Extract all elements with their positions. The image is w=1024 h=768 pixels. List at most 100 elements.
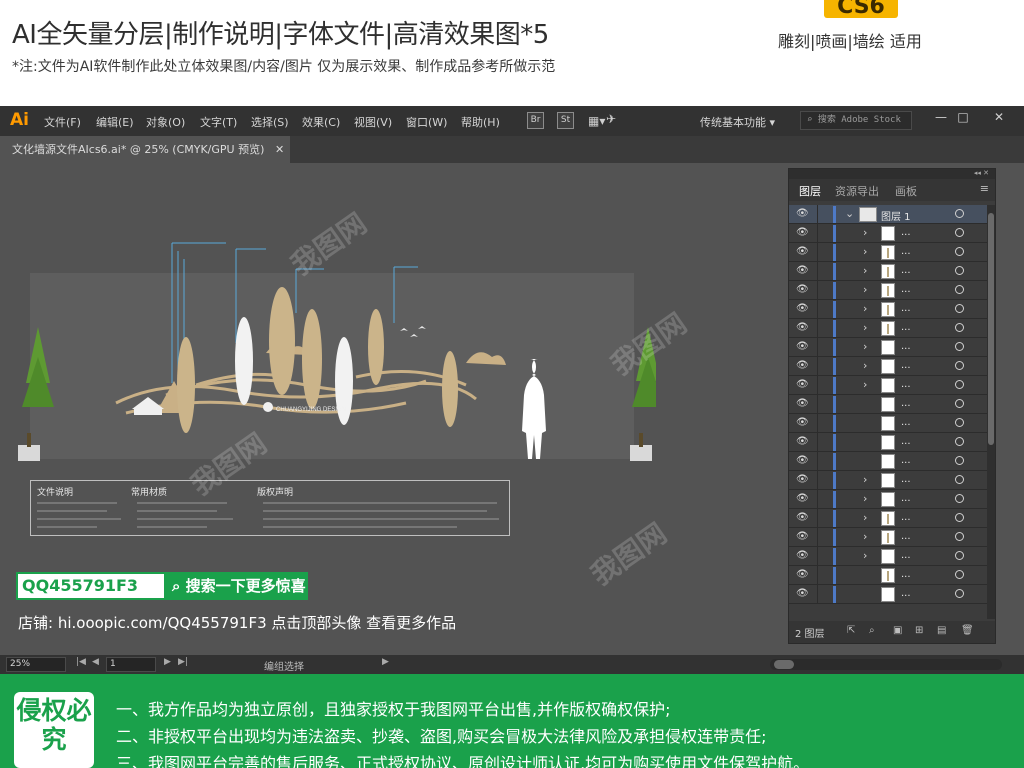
layer-row[interactable]: 👁 ›... — [789, 357, 987, 376]
minimize-button[interactable]: — — [932, 110, 950, 124]
sublayer-name[interactable]: ... — [901, 417, 911, 428]
target-circle-icon[interactable] — [955, 551, 964, 560]
document-tab[interactable]: 文化墙源文件AIcs6.ai* @ 25% (CMYK/GPU 预览) — [0, 136, 290, 163]
visibility-eye-icon[interactable]: 👁 — [796, 550, 809, 561]
layer-row[interactable]: 👁... — [789, 585, 987, 604]
visibility-eye-icon[interactable]: 👁 — [796, 588, 809, 599]
layers-scrollbar-thumb[interactable] — [988, 213, 994, 445]
expand-chevron-icon[interactable]: › — [863, 530, 867, 543]
export-icon[interactable]: ⇱ — [847, 625, 855, 636]
menu-file[interactable]: 文件(F) — [44, 114, 81, 130]
bridge-icon[interactable]: Br — [527, 112, 544, 129]
layer-row[interactable]: 👁 ›... — [789, 300, 987, 319]
menu-select[interactable]: 选择(S) — [251, 114, 289, 130]
close-document-icon[interactable]: ✕ — [275, 136, 284, 163]
layer-row[interactable]: 👁 ›... — [789, 376, 987, 395]
visibility-eye-icon[interactable]: 👁 — [796, 569, 809, 580]
visibility-eye-icon[interactable]: 👁 — [796, 341, 809, 352]
visibility-eye-icon[interactable]: 👁 — [796, 246, 809, 257]
locate-object-icon[interactable]: ⌕ — [869, 625, 875, 636]
visibility-eye-icon[interactable]: 👁 — [796, 417, 809, 428]
target-circle-icon[interactable] — [955, 399, 964, 408]
layer-row[interactable]: 👁 ›... — [789, 528, 987, 547]
layers-scrollbar[interactable] — [987, 205, 995, 619]
expand-chevron-icon[interactable]: › — [863, 340, 867, 353]
sublayer-name[interactable]: ... — [901, 341, 911, 352]
visibility-eye-icon[interactable]: 👁 — [796, 493, 809, 504]
target-circle-icon[interactable] — [955, 570, 964, 579]
expand-chevron-icon[interactable]: › — [863, 302, 867, 315]
target-circle-icon[interactable] — [955, 437, 964, 446]
status-menu-icon[interactable]: ▶ — [382, 657, 389, 667]
expand-chevron-icon[interactable]: › — [863, 283, 867, 296]
horizontal-scrollbar[interactable] — [770, 659, 1002, 670]
search-more-button[interactable]: ⌕ 搜索一下更多惊喜 — [166, 572, 308, 600]
target-circle-icon[interactable] — [955, 532, 964, 541]
sublayer-name[interactable]: ... — [901, 550, 911, 561]
target-circle-icon[interactable] — [955, 361, 964, 370]
layer-row[interactable]: 👁 ›... — [789, 224, 987, 243]
target-circle-icon[interactable] — [955, 304, 964, 313]
panel-collapse-bar[interactable]: ◂◂ ✕ — [789, 169, 995, 179]
visibility-eye-icon[interactable]: 👁 — [796, 303, 809, 314]
sublayer-name[interactable]: ... — [901, 569, 911, 580]
target-circle-icon[interactable] — [955, 285, 964, 294]
expand-chevron-icon[interactable]: › — [863, 359, 867, 372]
stock-icon[interactable]: St — [557, 112, 574, 129]
layer-row[interactable]: 👁 ›... — [789, 338, 987, 357]
layer-row[interactable]: 👁 ›... — [789, 509, 987, 528]
visibility-eye-icon[interactable]: 👁 — [796, 284, 809, 295]
visibility-eye-icon[interactable]: 👁 — [796, 455, 809, 466]
sublayer-name[interactable]: ... — [901, 512, 911, 523]
sublayer-name[interactable]: ... — [901, 436, 911, 447]
visibility-eye-icon[interactable]: 👁 — [796, 208, 809, 219]
menu-help[interactable]: 帮助(H) — [461, 114, 500, 130]
target-circle-icon[interactable] — [955, 589, 964, 598]
artboard-last-icon[interactable]: ▶| — [178, 657, 188, 667]
sublayer-name[interactable]: ... — [901, 379, 911, 390]
sublayer-name[interactable]: ... — [901, 303, 911, 314]
zoom-field[interactable]: 25% — [6, 657, 66, 672]
sublayer-name[interactable]: ... — [901, 474, 911, 485]
target-circle-icon[interactable] — [955, 456, 964, 465]
expand-chevron-icon[interactable]: › — [863, 264, 867, 277]
target-circle-icon[interactable] — [955, 228, 964, 237]
expand-chevron-icon[interactable]: › — [863, 549, 867, 562]
sublayer-name[interactable]: ... — [901, 588, 911, 599]
expand-chevron-icon[interactable]: ⌄ — [845, 207, 854, 220]
expand-chevron-icon[interactable]: › — [863, 473, 867, 486]
stock-search-input[interactable]: ⌕ 搜索 Adobe Stock — [800, 111, 912, 130]
new-layer-icon[interactable]: ▤ — [937, 625, 946, 636]
expand-chevron-icon[interactable]: › — [863, 511, 867, 524]
arrange-documents-icon[interactable]: ▦▾ — [588, 114, 605, 128]
layer-row[interactable]: 👁... — [789, 433, 987, 452]
target-circle-icon[interactable] — [955, 323, 964, 332]
layer-row[interactable]: 👁 ›... — [789, 243, 987, 262]
sublayer-name[interactable]: ... — [901, 265, 911, 276]
visibility-eye-icon[interactable]: 👁 — [796, 227, 809, 238]
menu-view[interactable]: 视图(V) — [354, 114, 392, 130]
layer-row-top[interactable]: 👁 ⌄ 图层 1 — [789, 205, 987, 224]
target-circle-icon[interactable] — [955, 247, 964, 256]
layer-row[interactable]: 👁 ›... — [789, 319, 987, 338]
visibility-eye-icon[interactable]: 👁 — [796, 265, 809, 276]
tab-asset-export[interactable]: 资源导出 — [835, 183, 879, 199]
layer-row[interactable]: 👁 ›... — [789, 490, 987, 509]
sublayer-name[interactable]: ... — [901, 531, 911, 542]
layer-row[interactable]: 👁 ›... — [789, 262, 987, 281]
visibility-eye-icon[interactable]: 👁 — [796, 531, 809, 542]
artboard-number-field[interactable]: 1 — [106, 657, 156, 672]
menu-effect[interactable]: 效果(C) — [302, 114, 340, 130]
layer-row[interactable]: 👁... — [789, 452, 987, 471]
artboard-first-icon[interactable]: |◀ — [76, 657, 86, 667]
target-circle-icon[interactable] — [955, 209, 964, 218]
layer-name[interactable]: 图层 1 — [881, 208, 911, 223]
menu-object[interactable]: 对象(O) — [146, 114, 185, 130]
target-circle-icon[interactable] — [955, 513, 964, 522]
layer-row[interactable]: 👁... — [789, 395, 987, 414]
artboard-next-icon[interactable]: ▶ — [164, 657, 171, 667]
target-circle-icon[interactable] — [955, 266, 964, 275]
menu-window[interactable]: 窗口(W) — [406, 114, 447, 130]
gpu-performance-icon[interactable]: ✈ — [606, 112, 616, 126]
artboard-prev-icon[interactable]: ◀ — [92, 657, 99, 667]
